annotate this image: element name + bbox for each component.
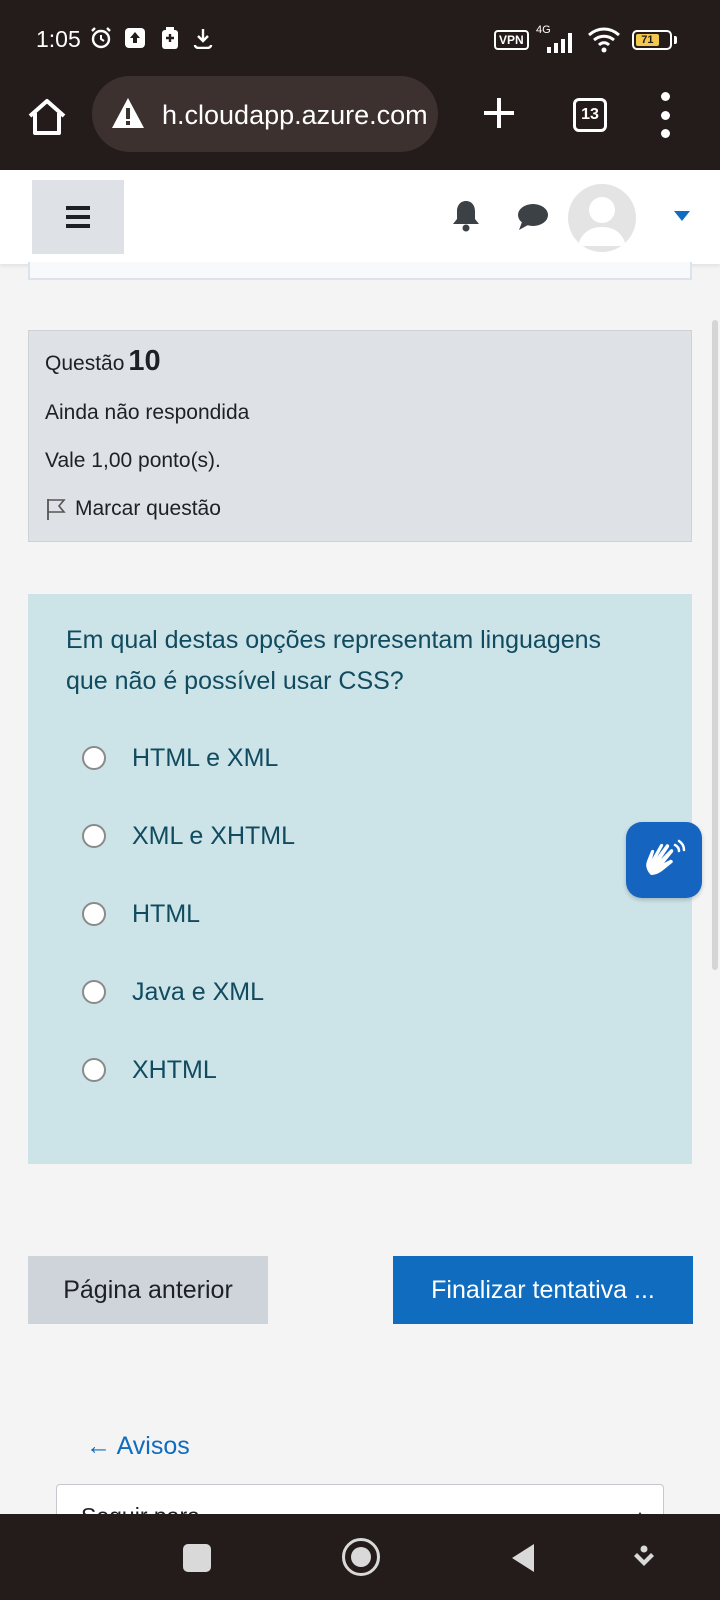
download-icon xyxy=(192,26,214,50)
flag-icon[interactable] xyxy=(45,497,67,521)
answer-option[interactable]: HTML e XML xyxy=(82,738,278,778)
flag-label[interactable]: Marcar questão xyxy=(75,497,221,521)
vpn-badge: VPN xyxy=(494,30,529,50)
wifi-icon xyxy=(586,27,622,53)
back-button[interactable] xyxy=(508,1542,538,1574)
hide-navbar-icon[interactable] xyxy=(632,1544,656,1574)
system-navigation-bar xyxy=(0,1514,720,1600)
address-bar[interactable]: h.cloudapp.azure.com xyxy=(92,76,438,152)
battery-saver-icon xyxy=(160,26,180,50)
question-text: Em qual destas opções representam lingua… xyxy=(66,626,602,695)
home-button[interactable] xyxy=(342,1538,380,1576)
alarm-icon xyxy=(88,26,114,50)
finish-attempt-button[interactable]: Finalizar tentativa ... xyxy=(393,1256,693,1324)
battery-level: 71 xyxy=(636,34,659,46)
question-number: Questão 10 xyxy=(45,345,161,378)
signal-icon xyxy=(544,30,578,54)
question-content: Em qual destas opções representam lingua… xyxy=(28,594,692,1164)
tab-switcher-button[interactable]: 13 xyxy=(573,98,607,132)
status-bar: 1:05 VPN 4G 71 xyxy=(0,0,720,76)
question-grade: Vale 1,00 ponto(s). xyxy=(45,449,221,472)
battery-indicator: 71 xyxy=(632,30,672,50)
answer-label[interactable]: HTML xyxy=(132,900,200,929)
new-tab-button[interactable] xyxy=(476,90,522,136)
answer-label[interactable]: Java e XML xyxy=(132,978,264,1007)
back-to-announcements-link[interactable]: ← Avisos xyxy=(86,1432,190,1461)
sign-language-icon[interactable] xyxy=(626,822,702,898)
warning-icon[interactable] xyxy=(110,96,146,130)
caret-down-icon[interactable] xyxy=(674,208,690,221)
question-state: Ainda não respondida xyxy=(45,401,250,424)
answer-option[interactable]: Java e XML xyxy=(82,972,264,1012)
question-label: Questão xyxy=(45,352,125,375)
answer-label[interactable]: XML e XHTML xyxy=(132,822,295,851)
url-text: h.cloudapp.azure.com xyxy=(162,100,428,130)
answer-label[interactable]: XHTML xyxy=(132,1056,217,1085)
answer-option[interactable]: XHTML xyxy=(82,1050,217,1090)
radio-button[interactable] xyxy=(82,746,106,770)
previous-page-button[interactable]: Página anterior xyxy=(28,1256,268,1324)
radio-button[interactable] xyxy=(82,980,106,1004)
previous-card-edge xyxy=(28,262,692,280)
browser-toolbar: h.cloudapp.azure.com 13 xyxy=(0,76,720,170)
radio-button[interactable] xyxy=(82,902,106,926)
browser-menu-button[interactable] xyxy=(650,92,680,138)
battery-tip xyxy=(674,36,677,44)
answer-option[interactable]: HTML xyxy=(82,894,200,934)
radio-button[interactable] xyxy=(82,824,106,848)
upload-icon xyxy=(124,26,146,50)
answer-option[interactable]: XML e XHTML xyxy=(82,816,295,856)
radio-button[interactable] xyxy=(82,1058,106,1082)
site-navbar xyxy=(0,170,720,264)
chat-icon[interactable] xyxy=(516,202,550,232)
bell-icon[interactable] xyxy=(450,198,482,232)
menu-icon[interactable] xyxy=(32,180,124,254)
question-number-value: 10 xyxy=(128,345,161,377)
avatar[interactable] xyxy=(568,184,636,252)
flag-question-link[interactable]: Marcar questão xyxy=(45,497,221,521)
question-info: Questão 10 Ainda não respondida Vale 1,00… xyxy=(28,330,692,542)
home-icon[interactable] xyxy=(24,94,70,140)
scrollbar[interactable] xyxy=(712,320,718,970)
answer-label[interactable]: HTML e XML xyxy=(132,744,278,773)
recents-button[interactable] xyxy=(183,1544,211,1572)
status-time: 1:05 xyxy=(36,26,81,52)
